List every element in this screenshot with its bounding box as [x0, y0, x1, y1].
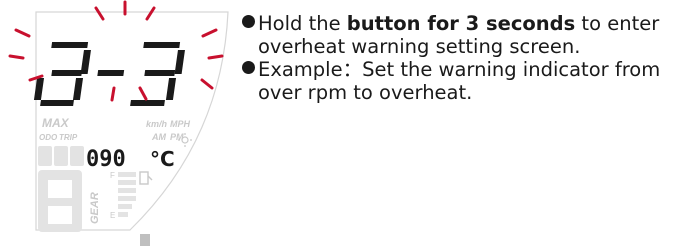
fuel-full-label: F — [110, 171, 115, 180]
top-digit-left — [33, 42, 91, 106]
unit-celsius: °C — [150, 147, 175, 171]
instruction-text: Hold the — [258, 12, 347, 35]
gear-label: GEAR — [89, 192, 101, 224]
indicator-odo: ODO — [39, 133, 58, 142]
instruction-item-example: Example：Set the warning indicator from o… — [242, 58, 688, 104]
indicator-am: AM — [151, 132, 166, 142]
bullet-dot — [242, 61, 255, 74]
bottom-marker — [140, 234, 150, 246]
indicator-max: MAX — [42, 116, 70, 130]
separator-dash — [97, 70, 125, 76]
instruction-text: Example：Set the warning indicator from o… — [258, 58, 661, 104]
bottom-value: 090 — [86, 147, 126, 172]
unlit-digits — [38, 146, 84, 166]
indicator-trip: TRIP — [59, 133, 78, 142]
lcd-display-panel: MAX km/h MPH ODO TRIP AM PM 090 °C GEAR … — [0, 0, 232, 246]
instruction-item-hold: Hold the button for 3 seconds to enter o… — [242, 12, 688, 58]
fuel-bars — [118, 172, 136, 217]
instruction-emphasis: button for 3 seconds — [346, 12, 576, 35]
indicator-kmh: km/h — [146, 119, 168, 129]
fuel-empty-label: E — [110, 211, 115, 220]
indicator-mph: MPH — [170, 119, 191, 129]
bullet-dot — [242, 15, 255, 28]
instruction-list: Hold the button for 3 seconds to enter o… — [242, 12, 688, 104]
fuel-pump-icon — [139, 171, 153, 185]
top-digit-right — [130, 42, 185, 106]
